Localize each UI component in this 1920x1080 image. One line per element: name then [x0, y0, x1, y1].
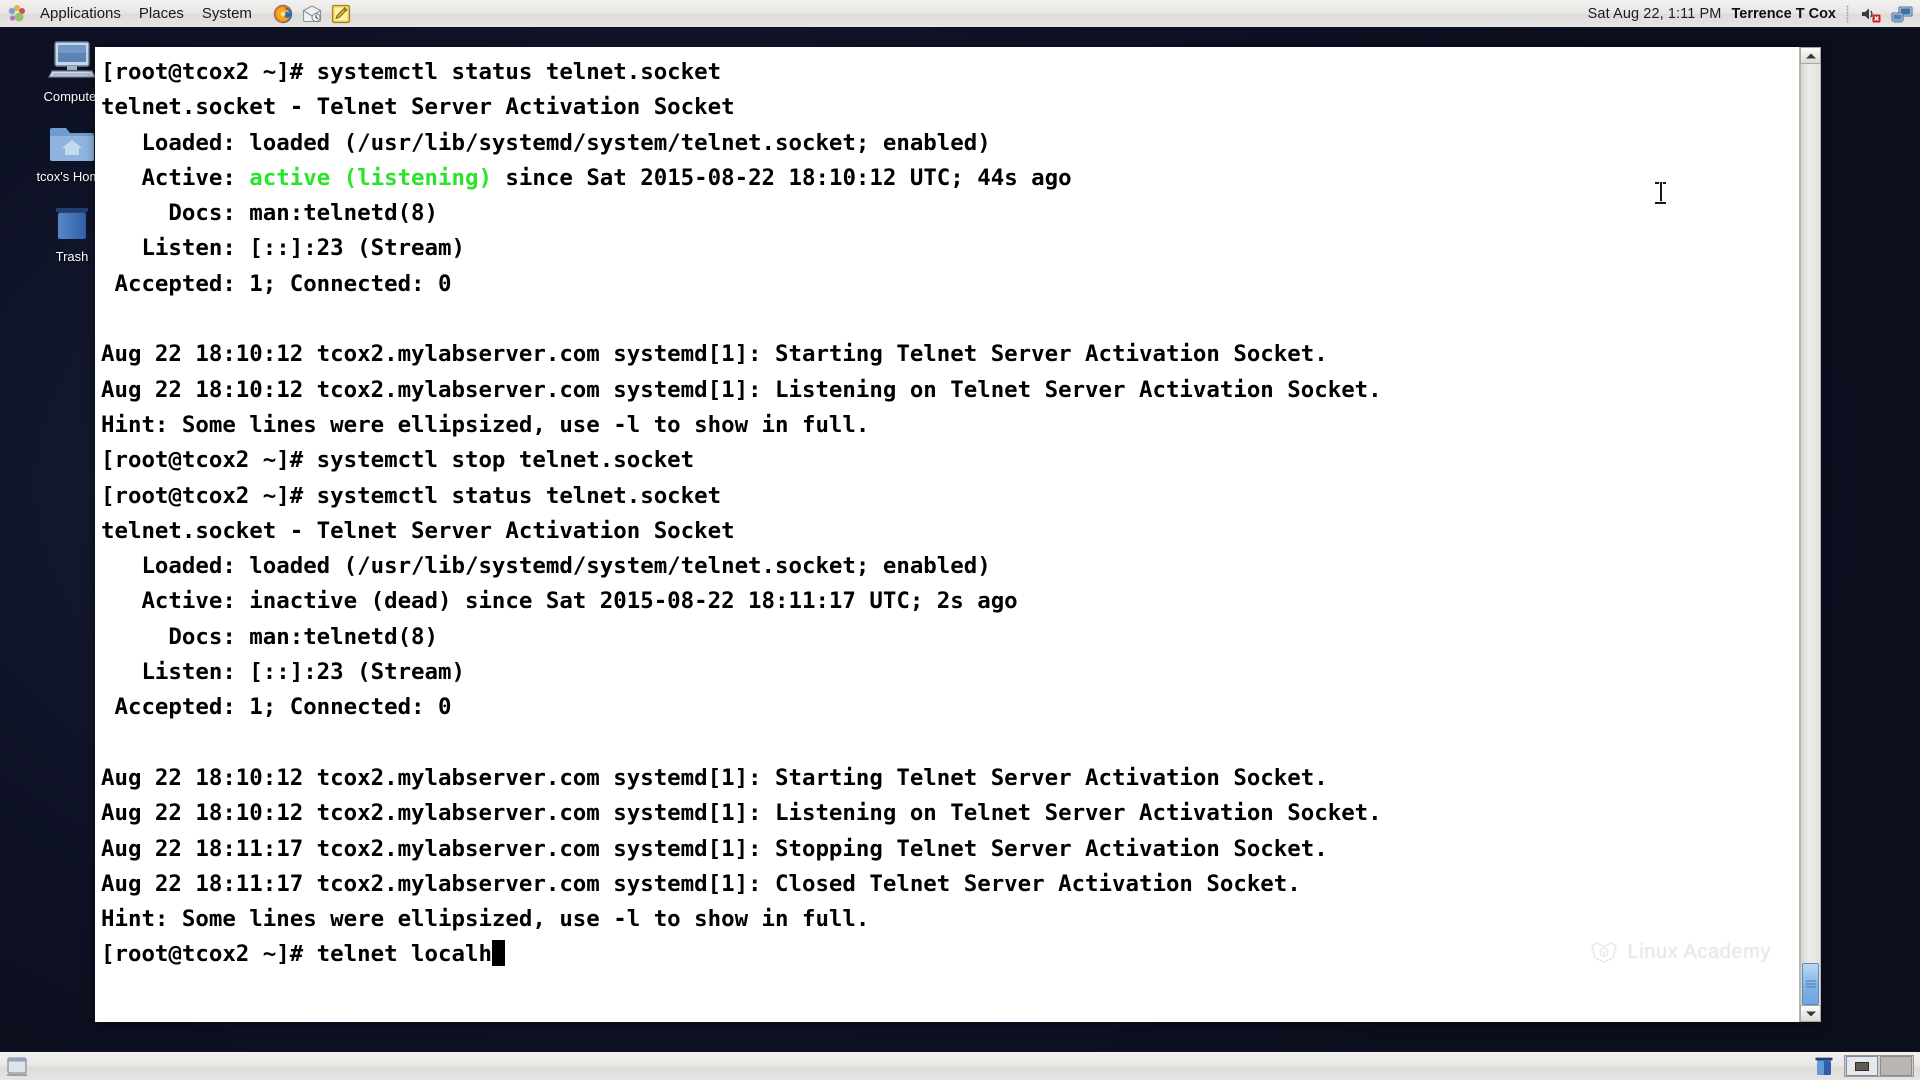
gedit-icon[interactable] [330, 3, 352, 25]
terminal-text: Loaded: loaded (/usr/lib/systemd/system/… [101, 553, 991, 580]
terminal-line: Listen: [::]:23 (Stream) [101, 231, 1799, 266]
trash-icon [46, 198, 98, 246]
menu-places[interactable]: Places [131, 2, 192, 25]
terminal-text: Docs: man:telnetd(8) [101, 623, 439, 650]
terminal-output: [root@tcox2 ~]# systemctl status telnet.… [101, 55, 1799, 973]
desktop-icon-label: Computer [43, 89, 101, 104]
terminal-text: Accepted: 1; Connected: 0 [101, 270, 452, 297]
terminal-text: telnet.socket - Telnet Server Activation… [101, 517, 735, 544]
terminal-text: Hint: Some lines were ellipsized, use -l… [101, 411, 870, 438]
terminal-text: Active: [101, 164, 250, 191]
terminal-line: Docs: man:telnetd(8) [101, 620, 1799, 655]
terminal-line: telnet.socket - Telnet Server Activation… [101, 90, 1799, 125]
terminal-line: Accepted: 1; Connected: 0 [101, 690, 1799, 725]
terminal-text: Aug 22 18:10:12 tcox2.mylabserver.com sy… [101, 800, 1382, 827]
terminal-line [101, 726, 1799, 761]
terminal-text: Aug 22 18:11:17 tcox2.mylabserver.com sy… [101, 870, 1301, 897]
workspace-1[interactable] [1846, 1056, 1878, 1076]
terminal-text: telnet.socket - Telnet Server Activation… [101, 94, 735, 121]
terminal-line: Aug 22 18:10:12 tcox2.mylabserver.com sy… [101, 796, 1799, 831]
terminal-line: [root@tcox2 ~]# systemctl stop telnet.so… [101, 443, 1799, 478]
menu-system[interactable]: System [194, 2, 260, 25]
terminal-text: Aug 22 18:10:12 tcox2.mylabserver.com sy… [101, 764, 1328, 791]
terminal-text: Hint: Some lines were ellipsized, use -l… [101, 906, 870, 933]
scrollbar-down-button[interactable] [1800, 1005, 1821, 1022]
menu-applications[interactable]: Applications [32, 2, 129, 25]
terminal-status-active: active (listening) [249, 164, 492, 191]
bottom-panel [0, 1050, 1920, 1080]
terminal-scrollbar[interactable] [1799, 47, 1821, 1022]
desktop-icon-label: Trash [55, 249, 89, 264]
terminal-text: Active: inactive (dead) since Sat 2015-0… [101, 588, 1018, 615]
computer-icon [46, 38, 98, 86]
terminal-line: Docs: man:telnetd(8) [101, 196, 1799, 231]
terminal-text: Docs: man:telnetd(8) [101, 200, 439, 227]
terminal-line: Loaded: loaded (/usr/lib/systemd/system/… [101, 549, 1799, 584]
scrollbar-up-button[interactable] [1800, 47, 1821, 64]
terminal-line: telnet.socket - Telnet Server Activation… [101, 514, 1799, 549]
terminal-text: Loaded: loaded (/usr/lib/systemd/system/… [101, 129, 991, 156]
panel-status-area: Sat Aug 22, 1:11 PM Terrence T Cox [1588, 4, 1920, 24]
firefox-icon[interactable] [272, 3, 294, 25]
tray-separator [1846, 4, 1849, 23]
terminal-line: [root@tcox2 ~]# systemctl status telnet.… [101, 55, 1799, 90]
terminal-text: Aug 22 18:10:12 tcox2.mylabserver.com sy… [101, 376, 1382, 403]
workspace-switcher[interactable] [1844, 1055, 1914, 1077]
terminal-text: [root@tcox2 ~]# systemctl stop telnet.so… [101, 447, 695, 474]
network-connection-icon[interactable] [1891, 4, 1913, 24]
terminal-line: Listen: [::]:23 (Stream) [101, 655, 1799, 690]
panel-menu-bar: Applications Places System [0, 2, 260, 25]
terminal-line: Aug 22 18:11:17 tcox2.mylabserver.com sy… [101, 832, 1799, 867]
terminal-line: Active: active (listening) since Sat 201… [101, 161, 1799, 196]
volume-muted-icon[interactable] [1859, 4, 1881, 24]
terminal-screen[interactable]: [root@tcox2 ~]# systemctl status telnet.… [95, 47, 1799, 1022]
scrollbar-track[interactable] [1800, 64, 1821, 1005]
terminal-line: Active: inactive (dead) since Sat 2015-0… [101, 584, 1799, 619]
terminal-text: Listen: [::]:23 (Stream) [101, 659, 465, 686]
terminal-line: Aug 22 18:11:17 tcox2.mylabserver.com sy… [101, 867, 1799, 902]
clock[interactable]: Sat Aug 22, 1:11 PM [1588, 6, 1722, 22]
terminal-cursor [491, 940, 506, 967]
terminal-line: Accepted: 1; Connected: 0 [101, 267, 1799, 302]
gnome-foot-icon [6, 3, 28, 25]
terminal-text: Listen: [::]:23 (Stream) [101, 235, 465, 262]
terminal-text: since Sat 2015-08-22 18:10:12 UTC; 44s a… [491, 164, 1072, 191]
workspace-2[interactable] [1880, 1056, 1912, 1076]
terminal-line: Aug 22 18:10:12 tcox2.mylabserver.com sy… [101, 337, 1799, 372]
top-panel: Applications Places System Sat Aug 22, 1… [0, 0, 1920, 29]
terminal-text: [root@tcox2 ~]# systemctl status telnet.… [101, 59, 722, 85]
show-desktop-button[interactable] [4, 1054, 30, 1078]
terminal-line: Aug 22 18:10:12 tcox2.mylabserver.com sy… [101, 761, 1799, 796]
terminal-text: Aug 22 18:10:12 tcox2.mylabserver.com sy… [101, 341, 1328, 368]
terminal-line: [root@tcox2 ~]# telnet localh [101, 937, 1799, 972]
panel-launchers [272, 3, 352, 25]
terminal-line: Aug 22 18:10:12 tcox2.mylabserver.com sy… [101, 373, 1799, 408]
workspace-window-thumb [1855, 1062, 1869, 1071]
terminal-line: [root@tcox2 ~]# systemctl status telnet.… [101, 479, 1799, 514]
terminal-window[interactable]: [root@tcox2 ~]# systemctl status telnet.… [95, 47, 1821, 1022]
home-folder-icon [46, 118, 98, 166]
terminal-line: Hint: Some lines were ellipsized, use -l… [101, 902, 1799, 937]
terminal-line: Hint: Some lines were ellipsized, use -l… [101, 408, 1799, 443]
evolution-icon[interactable] [301, 3, 323, 25]
terminal-text: Accepted: 1; Connected: 0 [101, 694, 452, 721]
terminal-text: Aug 22 18:11:17 tcox2.mylabserver.com sy… [101, 835, 1328, 862]
terminal-text: [root@tcox2 ~]# systemctl status telnet.… [101, 482, 722, 509]
trash-applet-icon[interactable] [1810, 1054, 1838, 1078]
terminal-line [101, 302, 1799, 337]
terminal-line: Loaded: loaded (/usr/lib/systemd/system/… [101, 126, 1799, 161]
scrollbar-thumb[interactable] [1802, 963, 1819, 1005]
user-menu[interactable]: Terrence T Cox [1732, 6, 1837, 22]
terminal-text: [root@tcox2 ~]# telnet localh [101, 941, 492, 968]
